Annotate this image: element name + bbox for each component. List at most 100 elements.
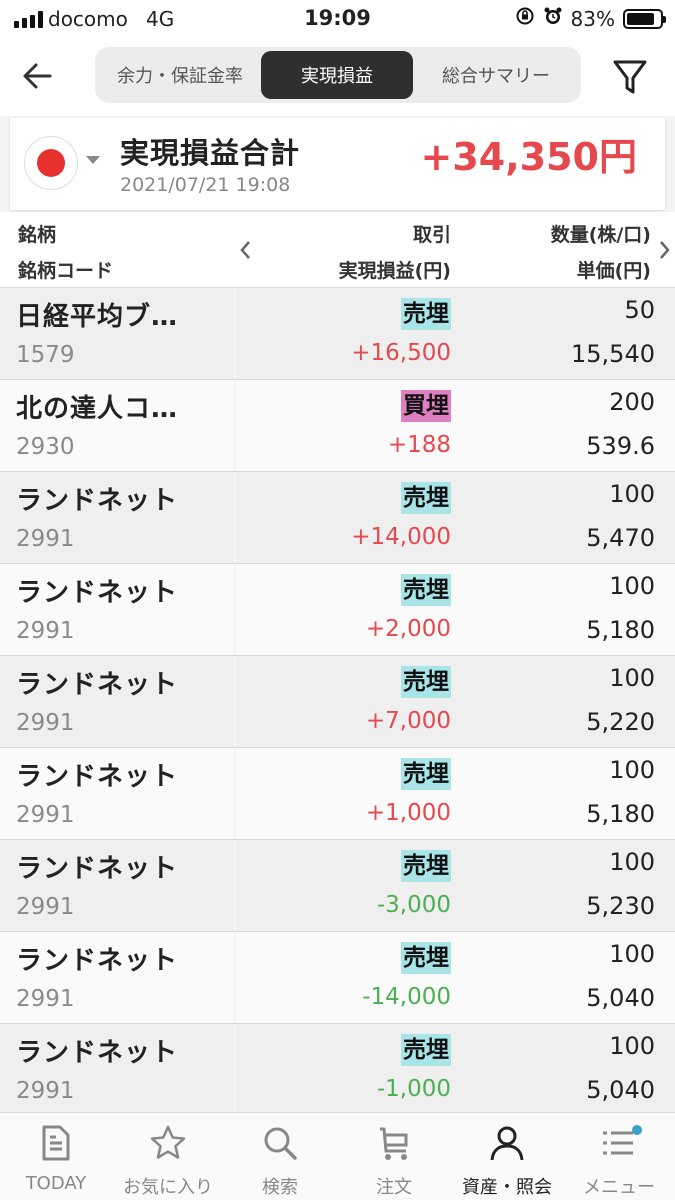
realized-pl: -14,000 [362,984,451,1010]
tab-margin-ratio[interactable]: 余力・保証金率 [101,51,259,99]
table-row[interactable]: 日経平均ブ… 1579 売埋 +16,500 50 15,540 [0,288,675,380]
battery-percent: 83% [570,6,615,31]
notification-dot [632,1125,642,1135]
table-row[interactable]: ランドネット 2991 売埋 +7,000 100 5,220 [0,656,675,748]
table-row[interactable]: ランドネット 2991 売埋 -14,000 100 5,040 [0,932,675,1024]
quantity: 100 [609,572,655,600]
stock-name: ランドネット [16,762,179,792]
stock-code: 1579 [16,342,75,368]
prev-columns-button[interactable] [236,238,256,262]
realized-pl-summary: 実現損益合計 2021/07/21 19:08 +34,350円 [10,118,665,210]
search-icon [264,1127,297,1160]
stock-name: ランドネット [16,486,179,516]
arrow-left-icon [23,63,52,89]
unit-price: 5,040 [586,984,655,1012]
table-row[interactable]: ランドネット 2991 売埋 -1,000 100 5,040 [0,1024,675,1116]
realized-pl: -1,000 [376,1076,451,1102]
trade-type-badge: 売埋 [401,298,451,330]
unit-price: 539.6 [586,432,655,460]
document-icon [42,1125,70,1161]
summary-title: 実現損益合計 [120,136,301,170]
stock-name: 日経平均ブ… [16,302,179,332]
chevron-left-icon [240,241,250,259]
trade-type-badge: 売埋 [401,1034,451,1066]
nav-label: TODAY [25,1173,87,1194]
unit-price: 5,220 [586,708,655,736]
japan-flag-icon[interactable] [24,136,78,190]
header-realized-pl: 実現損益(円) [338,260,451,282]
trade-type-badge: 売埋 [401,850,451,882]
quantity: 100 [609,1032,655,1060]
stock-code: 2991 [16,618,75,644]
tab-realized-pl[interactable]: 実現損益 [261,51,413,99]
realized-pl: +14,000 [351,524,451,550]
nav-label: お気に入り [123,1177,213,1198]
trade-type-badge: 売埋 [401,482,451,514]
stock-code: 2991 [16,1078,75,1104]
quantity: 100 [609,480,655,508]
filter-button[interactable] [610,54,650,98]
bottom-nav: TODAY お気に入り 検索 注文 資産・照会 メニュー [0,1112,675,1200]
nav-menu[interactable]: メニュー [563,1113,675,1200]
stock-name: ランドネット [16,854,179,884]
nav-favorites[interactable]: お気に入り [112,1113,224,1200]
nav-assets[interactable]: 資産・照会 [451,1113,563,1200]
dropdown-caret-icon[interactable] [86,156,100,164]
quantity: 100 [609,940,655,968]
stock-code: 2991 [16,894,75,920]
table-row[interactable]: ランドネット 2991 売埋 +2,000 100 5,180 [0,564,675,656]
trade-type-badge: 買埋 [401,390,451,422]
tab-summary[interactable]: 総合サマリー [417,51,575,99]
nav-label: 注文 [376,1177,412,1198]
table-row[interactable]: 北の達人コ… 2930 買埋 +188 200 539.6 [0,380,675,472]
stock-name: ランドネット [16,1038,179,1068]
nav-order[interactable]: 注文 [338,1113,450,1200]
realized-pl: -3,000 [376,892,451,918]
realized-pl: +7,000 [365,708,451,734]
unit-price: 5,180 [586,800,655,828]
rotation-lock-icon [515,6,535,31]
realized-pl: +188 [387,432,451,458]
battery-icon [623,8,666,29]
trade-type-badge: 売埋 [401,942,451,974]
trade-list: 日経平均ブ… 1579 売埋 +16,500 50 15,540 北の達人コ… 2930 … [0,288,675,1116]
stock-code: 2991 [16,710,75,736]
unit-price: 15,540 [571,340,655,368]
summary-total: +34,350円 [420,135,637,179]
table-row[interactable]: ランドネット 2991 売埋 -3,000 100 5,230 [0,840,675,932]
trade-type-badge: 売埋 [401,758,451,790]
header-stock-code: 銘柄コード [18,260,114,282]
header-trade: 取引 [412,224,451,246]
header-stock: 銘柄 [18,224,57,246]
table-header: 銘柄 銘柄コード 取引 実現損益(円) 数量(株/口) 単価(円) [0,212,675,288]
unit-price: 5,180 [586,616,655,644]
stock-name: ランドネット [16,670,179,700]
header-unit-price: 単価(円) [576,260,651,282]
nav-label: 検索 [262,1177,298,1198]
stock-name: 北の達人コ… [16,394,179,424]
status-bar: docomo 4G 19:09 83% [0,0,675,38]
nav-today[interactable]: TODAY [0,1113,112,1200]
summary-date: 2021/07/21 19:08 [120,174,291,196]
header-quantity: 数量(株/口) [550,224,651,246]
back-button[interactable] [18,56,58,96]
trade-type-badge: 売埋 [401,574,451,606]
quantity: 50 [624,296,655,324]
nav-label: 資産・照会 [462,1177,552,1198]
unit-price: 5,230 [586,892,655,920]
nav-label: メニュー [583,1177,655,1198]
table-row[interactable]: ランドネット 2991 売埋 +1,000 100 5,180 [0,748,675,840]
chevron-right-icon [660,241,670,259]
realized-pl: +2,000 [365,616,451,642]
quantity: 100 [609,848,655,876]
nav-search[interactable]: 検索 [224,1113,336,1200]
person-icon [490,1126,524,1161]
stock-code: 2991 [16,526,75,552]
next-columns-button[interactable] [655,238,675,262]
cart-icon [380,1127,408,1160]
stock-code: 2930 [16,434,75,460]
unit-price: 5,040 [586,1076,655,1104]
filter-icon [613,60,647,94]
table-row[interactable]: ランドネット 2991 売埋 +14,000 100 5,470 [0,472,675,564]
trade-type-badge: 売埋 [401,666,451,698]
